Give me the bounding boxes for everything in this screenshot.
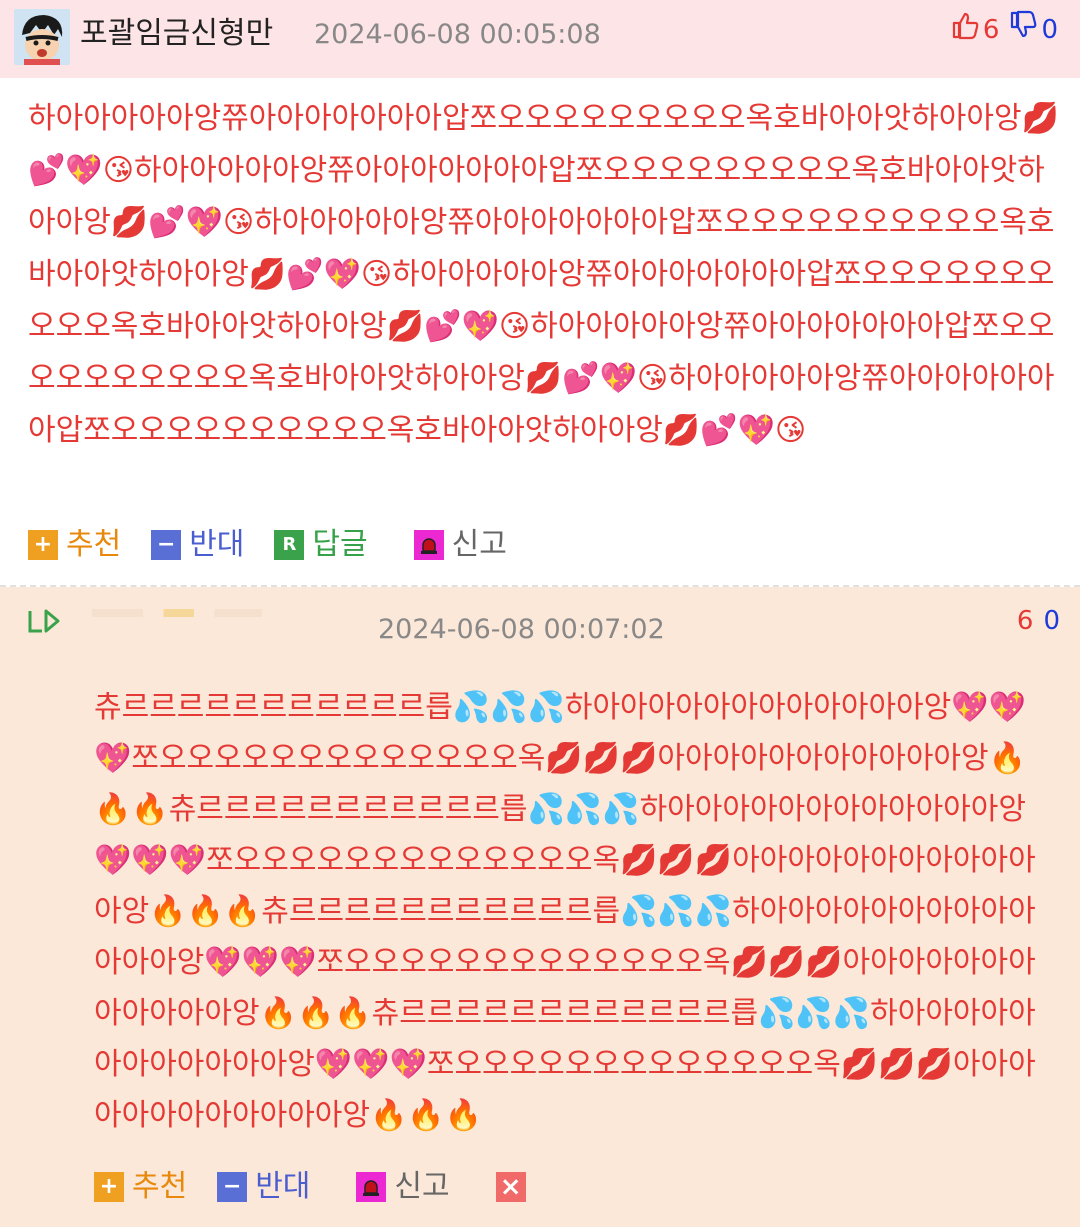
comment-timestamp: 2024-06-08 00:07:02 xyxy=(378,614,665,645)
comment-body: 츄르르르르르르르르르르르릅💦💦💦하아아아아아아아아아아아아앙💖💖💖쪼오오오오오오… xyxy=(94,690,1036,1133)
recommend-label: 추천 xyxy=(132,1169,188,1204)
oppose-button[interactable]: − 반대 xyxy=(151,525,244,565)
close-icon: × xyxy=(495,1172,526,1202)
reply-comment: 2024-06-08 00:07:02 60 츄르르르르르르르르르르르릅💦💦💦하… xyxy=(0,587,1080,1227)
recommend-button[interactable]: + 추천 xyxy=(94,1167,187,1207)
oppose-label: 반대 xyxy=(255,1169,311,1204)
report-label: 신고 xyxy=(451,527,507,562)
comment-actions: + 추천 − 반대 R 답글 신고 xyxy=(28,525,537,565)
recommend-label: 추천 xyxy=(66,527,122,562)
siren-icon xyxy=(356,1172,387,1202)
reply-arrow-icon xyxy=(26,607,64,641)
avatar-image xyxy=(14,9,70,65)
report-button[interactable]: 신고 xyxy=(413,525,507,565)
comment: 포괄임금신형만 2024-06-08 00:05:08 6 0 하아아아아아앙쮸… xyxy=(0,0,1080,585)
avatar[interactable] xyxy=(14,9,70,65)
vote-summary: 6 0 xyxy=(951,10,1058,50)
thumbs-down-icon[interactable] xyxy=(1009,10,1039,50)
vote-summary: 60 xyxy=(1017,603,1060,639)
comment-timestamp: 2024-06-08 00:05:08 xyxy=(314,19,601,50)
downvote-count: 0 xyxy=(1041,15,1058,45)
comment-header: 포괄임금신형만 2024-06-08 00:05:08 6 0 xyxy=(0,0,1080,78)
delete-button[interactable]: × xyxy=(495,1172,534,1202)
siren-icon xyxy=(413,530,444,560)
reply-label: 답글 xyxy=(312,527,368,562)
comment-body: 하아아아아아앙쮸아아아아아아아압쪼오오오오오오오오오옥호바아아앗하아아앙💋💕💖😘… xyxy=(28,101,1059,448)
comment-actions: + 추천 − 반대 신고 × xyxy=(94,1167,564,1207)
upvote-count: 6 xyxy=(982,15,1000,45)
minus-icon: − xyxy=(151,530,182,560)
upvote-count: 6 xyxy=(1016,606,1034,636)
report-button[interactable]: 신고 xyxy=(356,1167,450,1207)
plus-icon: + xyxy=(28,530,58,560)
downvote-count: 0 xyxy=(1043,606,1060,636)
reply-button[interactable]: R 답글 xyxy=(274,525,368,565)
recommend-button[interactable]: + 추천 xyxy=(28,525,121,565)
plus-icon: + xyxy=(94,1172,124,1202)
reply-r-icon: R xyxy=(274,530,305,560)
thumbs-up-icon[interactable] xyxy=(951,10,981,50)
redacted-author xyxy=(92,609,262,617)
report-label: 신고 xyxy=(394,1169,450,1204)
oppose-label: 반대 xyxy=(189,527,245,562)
oppose-button[interactable]: − 반대 xyxy=(217,1167,310,1207)
author-name[interactable]: 포괄임금신형만 xyxy=(80,14,273,54)
minus-icon: − xyxy=(217,1172,248,1202)
